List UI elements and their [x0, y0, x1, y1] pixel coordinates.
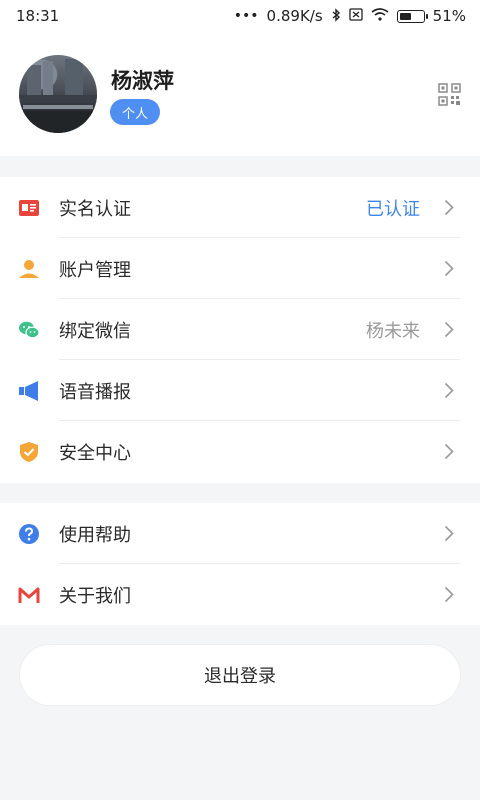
chevron-right-icon [444, 199, 454, 216]
menu-item-label: 绑定微信 [59, 320, 131, 342]
menu-item-label: 使用帮助 [59, 524, 131, 546]
chevron-right-icon [444, 525, 454, 542]
help-icon [19, 524, 39, 544]
menu-item-real-name[interactable]: 实名认证 已认证 [0, 177, 480, 238]
avatar-photo [19, 59, 97, 133]
account-type-badge: 个人 [110, 99, 161, 125]
battery-percent: 51% [432, 7, 466, 25]
megaphone-icon [19, 381, 38, 401]
more-dots-icon: ••• [233, 8, 259, 24]
logout-button[interactable]: 退出登录 [20, 645, 460, 705]
profile-header[interactable]: 杨淑萍 个人 [0, 32, 480, 156]
menu-item-label: 关于我们 [59, 585, 131, 607]
menu-item-label: 账户管理 [59, 259, 131, 281]
menu-item-bind-wechat[interactable]: 绑定微信 杨未来 [0, 299, 480, 360]
m-logo-icon [18, 587, 40, 603]
qr-code-icon[interactable] [438, 83, 461, 106]
menu-group-account: 实名认证 已认证 账户管理 绑定微信 杨未来 语音播报 安全中心 [0, 177, 480, 483]
menu-item-about-us[interactable]: 关于我们 [0, 564, 480, 625]
battery-fill [399, 12, 411, 20]
menu-item-label: 语音播报 [59, 381, 131, 403]
status-time: 18:31 [16, 7, 60, 25]
chevron-right-icon [444, 586, 454, 603]
menu-item-voice-broadcast[interactable]: 语音播报 [0, 360, 480, 421]
menu-group-support: 使用帮助 关于我们 [0, 503, 480, 625]
bluetooth-icon [331, 7, 341, 25]
avatar[interactable] [19, 55, 97, 133]
status-bar: 18:31 ••• 0.89K/s 51% [0, 0, 480, 32]
profile-name: 杨淑萍 [111, 69, 174, 93]
menu-item-label: 实名认证 [59, 198, 131, 220]
chevron-right-icon [444, 443, 454, 460]
wechat-icon [19, 321, 40, 339]
menu-item-security-center[interactable]: 安全中心 [0, 421, 480, 482]
id-card-icon [19, 200, 39, 216]
chevron-right-icon [444, 321, 454, 338]
sim-off-icon [349, 8, 363, 24]
menu-item-account-management[interactable]: 账户管理 [0, 238, 480, 299]
status-icons: ••• 0.89K/s 51% [234, 7, 466, 25]
chevron-right-icon [444, 260, 454, 277]
shield-icon [20, 442, 38, 462]
battery-icon [396, 9, 428, 23]
network-speed: 0.89K/s [266, 7, 323, 25]
wifi-icon [371, 8, 389, 24]
menu-item-label: 安全中心 [59, 442, 131, 464]
wechat-nickname: 杨未来 [366, 320, 420, 342]
menu-item-help[interactable]: 使用帮助 [0, 503, 480, 564]
chevron-right-icon [444, 382, 454, 399]
person-icon [19, 260, 39, 278]
verification-status: 已认证 [366, 198, 420, 220]
